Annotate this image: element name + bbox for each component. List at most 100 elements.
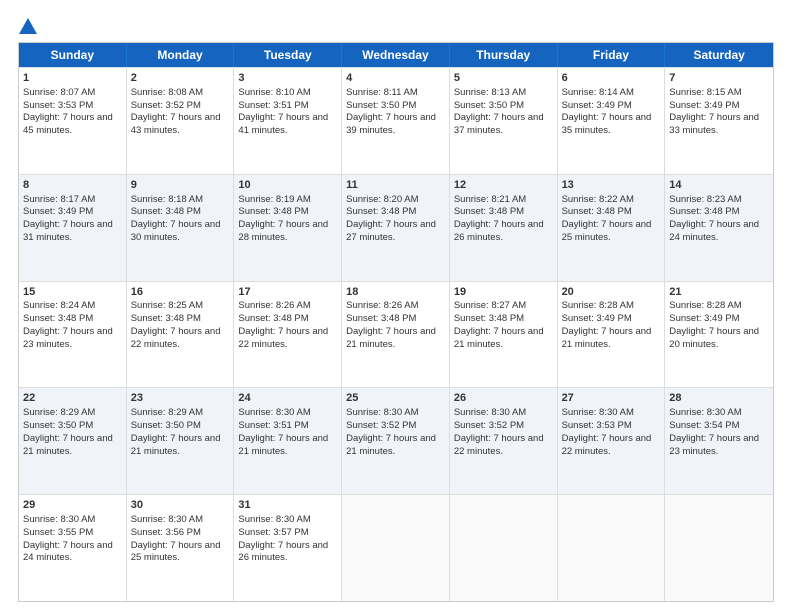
day-cell-6: 6Sunrise: 8:14 AMSunset: 3:49 PMDaylight…: [558, 68, 666, 174]
daylight-text: Daylight: 7 hours and 27 minutes.: [346, 219, 436, 243]
sunset-text: Sunset: 3:49 PM: [562, 100, 632, 111]
day-number: 3: [238, 71, 337, 86]
day-number: 5: [454, 71, 553, 86]
daylight-text: Daylight: 7 hours and 22 minutes.: [562, 433, 652, 457]
sunset-text: Sunset: 3:49 PM: [669, 313, 739, 324]
sunset-text: Sunset: 3:48 PM: [238, 313, 308, 324]
sunrise-text: Sunrise: 8:30 AM: [669, 407, 741, 418]
day-number: 14: [669, 178, 769, 193]
sunset-text: Sunset: 3:48 PM: [131, 206, 201, 217]
sunrise-text: Sunrise: 8:17 AM: [23, 194, 95, 205]
day-number: 13: [562, 178, 661, 193]
sunset-text: Sunset: 3:48 PM: [669, 206, 739, 217]
day-number: 15: [23, 285, 122, 300]
empty-cell: [450, 495, 558, 601]
day-cell-27: 27Sunrise: 8:30 AMSunset: 3:53 PMDayligh…: [558, 388, 666, 494]
daylight-text: Daylight: 7 hours and 24 minutes.: [669, 219, 759, 243]
day-cell-3: 3Sunrise: 8:10 AMSunset: 3:51 PMDaylight…: [234, 68, 342, 174]
sunset-text: Sunset: 3:50 PM: [454, 100, 524, 111]
day-number: 9: [131, 178, 230, 193]
sunrise-text: Sunrise: 8:30 AM: [23, 514, 95, 525]
day-cell-29: 29Sunrise: 8:30 AMSunset: 3:55 PMDayligh…: [19, 495, 127, 601]
sunrise-text: Sunrise: 8:10 AM: [238, 87, 310, 98]
day-number: 16: [131, 285, 230, 300]
sunset-text: Sunset: 3:49 PM: [669, 100, 739, 111]
day-number: 17: [238, 285, 337, 300]
sunset-text: Sunset: 3:51 PM: [238, 420, 308, 431]
day-number: 8: [23, 178, 122, 193]
day-cell-11: 11Sunrise: 8:20 AMSunset: 3:48 PMDayligh…: [342, 175, 450, 281]
sunrise-text: Sunrise: 8:27 AM: [454, 300, 526, 311]
header: [18, 18, 774, 34]
sunrise-text: Sunrise: 8:25 AM: [131, 300, 203, 311]
daylight-text: Daylight: 7 hours and 21 minutes.: [562, 326, 652, 350]
day-cell-16: 16Sunrise: 8:25 AMSunset: 3:48 PMDayligh…: [127, 282, 235, 388]
week-row-4: 22Sunrise: 8:29 AMSunset: 3:50 PMDayligh…: [19, 387, 773, 494]
daylight-text: Daylight: 7 hours and 22 minutes.: [238, 326, 328, 350]
header-day-monday: Monday: [127, 43, 235, 67]
day-number: 22: [23, 391, 122, 406]
day-number: 26: [454, 391, 553, 406]
header-day-sunday: Sunday: [19, 43, 127, 67]
day-cell-2: 2Sunrise: 8:08 AMSunset: 3:52 PMDaylight…: [127, 68, 235, 174]
empty-cell: [342, 495, 450, 601]
daylight-text: Daylight: 7 hours and 25 minutes.: [562, 219, 652, 243]
sunrise-text: Sunrise: 8:13 AM: [454, 87, 526, 98]
sunset-text: Sunset: 3:49 PM: [562, 313, 632, 324]
sunset-text: Sunset: 3:48 PM: [23, 313, 93, 324]
daylight-text: Daylight: 7 hours and 21 minutes.: [131, 433, 221, 457]
sunrise-text: Sunrise: 8:22 AM: [562, 194, 634, 205]
daylight-text: Daylight: 7 hours and 21 minutes.: [346, 433, 436, 457]
sunrise-text: Sunrise: 8:11 AM: [346, 87, 418, 98]
sunset-text: Sunset: 3:51 PM: [238, 100, 308, 111]
sunset-text: Sunset: 3:48 PM: [454, 206, 524, 217]
header-day-thursday: Thursday: [450, 43, 558, 67]
sunrise-text: Sunrise: 8:21 AM: [454, 194, 526, 205]
sunset-text: Sunset: 3:48 PM: [346, 206, 416, 217]
daylight-text: Daylight: 7 hours and 45 minutes.: [23, 112, 113, 136]
week-row-3: 15Sunrise: 8:24 AMSunset: 3:48 PMDayligh…: [19, 281, 773, 388]
sunrise-text: Sunrise: 8:29 AM: [131, 407, 203, 418]
sunset-text: Sunset: 3:48 PM: [562, 206, 632, 217]
sunrise-text: Sunrise: 8:28 AM: [669, 300, 741, 311]
day-cell-13: 13Sunrise: 8:22 AMSunset: 3:48 PM Dayligh…: [558, 175, 666, 281]
day-cell-9: 9Sunrise: 8:18 AMSunset: 3:48 PMDaylight…: [127, 175, 235, 281]
day-number: 21: [669, 285, 769, 300]
sunset-text: Sunset: 3:50 PM: [346, 100, 416, 111]
daylight-text: Daylight: 7 hours and 26 minutes.: [238, 540, 328, 564]
week-row-5: 29Sunrise: 8:30 AMSunset: 3:55 PMDayligh…: [19, 494, 773, 601]
sunset-text: Sunset: 3:56 PM: [131, 527, 201, 538]
day-cell-1: 1Sunrise: 8:07 AMSunset: 3:53 PMDaylight…: [19, 68, 127, 174]
sunset-text: Sunset: 3:48 PM: [346, 313, 416, 324]
sunset-text: Sunset: 3:50 PM: [131, 420, 201, 431]
day-cell-8: 8Sunrise: 8:17 AMSunset: 3:49 PMDaylight…: [19, 175, 127, 281]
empty-cell: [558, 495, 666, 601]
sunset-text: Sunset: 3:52 PM: [454, 420, 524, 431]
sunrise-text: Sunrise: 8:15 AM: [669, 87, 741, 98]
sunrise-text: Sunrise: 8:30 AM: [131, 514, 203, 525]
sunset-text: Sunset: 3:48 PM: [131, 313, 201, 324]
sunrise-text: Sunrise: 8:29 AM: [23, 407, 95, 418]
calendar-body: 1Sunrise: 8:07 AMSunset: 3:53 PMDaylight…: [19, 67, 773, 601]
day-number: 27: [562, 391, 661, 406]
daylight-text: Daylight: 7 hours and 35 minutes.: [562, 112, 652, 136]
day-cell-30: 30Sunrise: 8:30 AMSunset: 3:56 PMDayligh…: [127, 495, 235, 601]
calendar: SundayMondayTuesdayWednesdayThursdayFrid…: [18, 42, 774, 602]
day-number: 12: [454, 178, 553, 193]
day-number: 31: [238, 498, 337, 513]
daylight-text: Daylight: 7 hours and 23 minutes.: [669, 433, 759, 457]
day-cell-23: 23Sunrise: 8:29 AMSunset: 3:50 PMDayligh…: [127, 388, 235, 494]
day-cell-5: 5Sunrise: 8:13 AMSunset: 3:50 PMDaylight…: [450, 68, 558, 174]
sunrise-text: Sunrise: 8:20 AM: [346, 194, 418, 205]
daylight-text: Daylight: 7 hours and 20 minutes.: [669, 326, 759, 350]
sunset-text: Sunset: 3:49 PM: [23, 206, 93, 217]
daylight-text: Daylight: 7 hours and 24 minutes.: [23, 540, 113, 564]
sunset-text: Sunset: 3:50 PM: [23, 420, 93, 431]
sunrise-text: Sunrise: 8:26 AM: [346, 300, 418, 311]
day-cell-28: 28Sunrise: 8:30 AMSunset: 3:54 PMDayligh…: [665, 388, 773, 494]
daylight-text: Daylight: 7 hours and 21 minutes.: [23, 433, 113, 457]
empty-cell: [665, 495, 773, 601]
logo-icon: [19, 18, 37, 34]
daylight-text: Daylight: 7 hours and 26 minutes.: [454, 219, 544, 243]
day-cell-17: 17Sunrise: 8:26 AMSunset: 3:48 PMDayligh…: [234, 282, 342, 388]
